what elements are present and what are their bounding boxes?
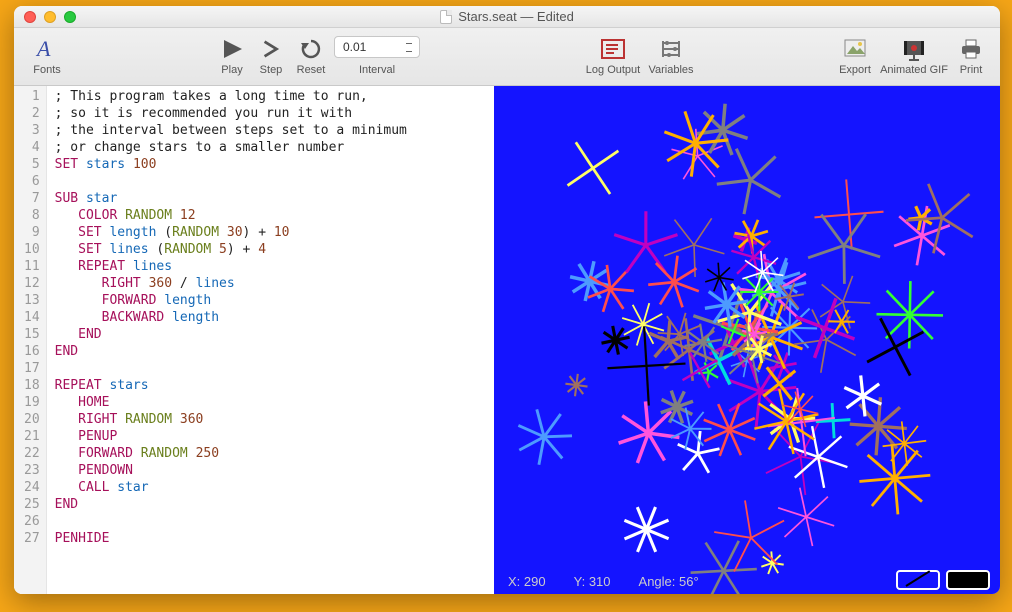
close-icon[interactable] xyxy=(24,11,36,23)
interval-control: 0.01 Interval xyxy=(332,28,422,85)
code-editor[interactable]: 1234567891011121314151617181920212223242… xyxy=(14,86,494,594)
window-title: Stars.seat — Edited xyxy=(458,9,574,24)
document-icon xyxy=(440,10,452,24)
toolbar: A Fonts Play Step Reset 0.01 xyxy=(14,28,1000,86)
interval-combobox[interactable]: 0.01 xyxy=(334,36,420,58)
fonts-button[interactable]: A Fonts xyxy=(22,28,72,85)
animated-gif-button[interactable]: Animated GIF xyxy=(878,28,950,85)
reset-button[interactable]: Reset xyxy=(290,28,332,85)
turtle-canvas: X: 290 Y: 310 Angle: 56° xyxy=(494,86,1000,594)
step-icon xyxy=(260,34,282,64)
log-output-button[interactable]: Log Output xyxy=(582,28,644,85)
line-number-gutter: 1234567891011121314151617181920212223242… xyxy=(14,86,47,594)
background-color-swatch[interactable] xyxy=(896,570,940,590)
status-x: X: 290 xyxy=(508,574,546,589)
export-button[interactable]: Export xyxy=(832,28,878,85)
reset-icon xyxy=(299,34,323,64)
print-icon xyxy=(959,34,983,64)
color-swatches xyxy=(896,570,990,590)
print-button[interactable]: Print xyxy=(950,28,992,85)
content-area: 1234567891011121314151617181920212223242… xyxy=(14,86,1000,594)
maximize-icon[interactable] xyxy=(64,11,76,23)
window-controls xyxy=(24,11,76,23)
play-icon xyxy=(220,34,244,64)
titlebar: Stars.seat — Edited xyxy=(14,6,1000,28)
drawing-surface xyxy=(494,86,1000,594)
step-button[interactable]: Step xyxy=(252,28,290,85)
animated-gif-icon xyxy=(901,34,927,64)
log-output-icon xyxy=(600,34,626,64)
app-window: Stars.seat — Edited A Fonts Play Step xyxy=(14,6,1000,594)
fonts-icon: A xyxy=(35,34,59,64)
export-icon xyxy=(843,34,867,64)
code-body[interactable]: ; This program takes a long time to run,… xyxy=(47,86,415,594)
play-button[interactable]: Play xyxy=(212,28,252,85)
pen-color-swatch[interactable] xyxy=(946,570,990,590)
variables-button[interactable]: Variables xyxy=(644,28,698,85)
status-y: Y: 310 xyxy=(574,574,611,589)
svg-text:A: A xyxy=(35,37,51,61)
canvas-status: X: 290 Y: 310 Angle: 56° xyxy=(494,568,699,594)
status-angle: Angle: 56° xyxy=(639,574,699,589)
minimize-icon[interactable] xyxy=(44,11,56,23)
variables-icon xyxy=(659,34,683,64)
